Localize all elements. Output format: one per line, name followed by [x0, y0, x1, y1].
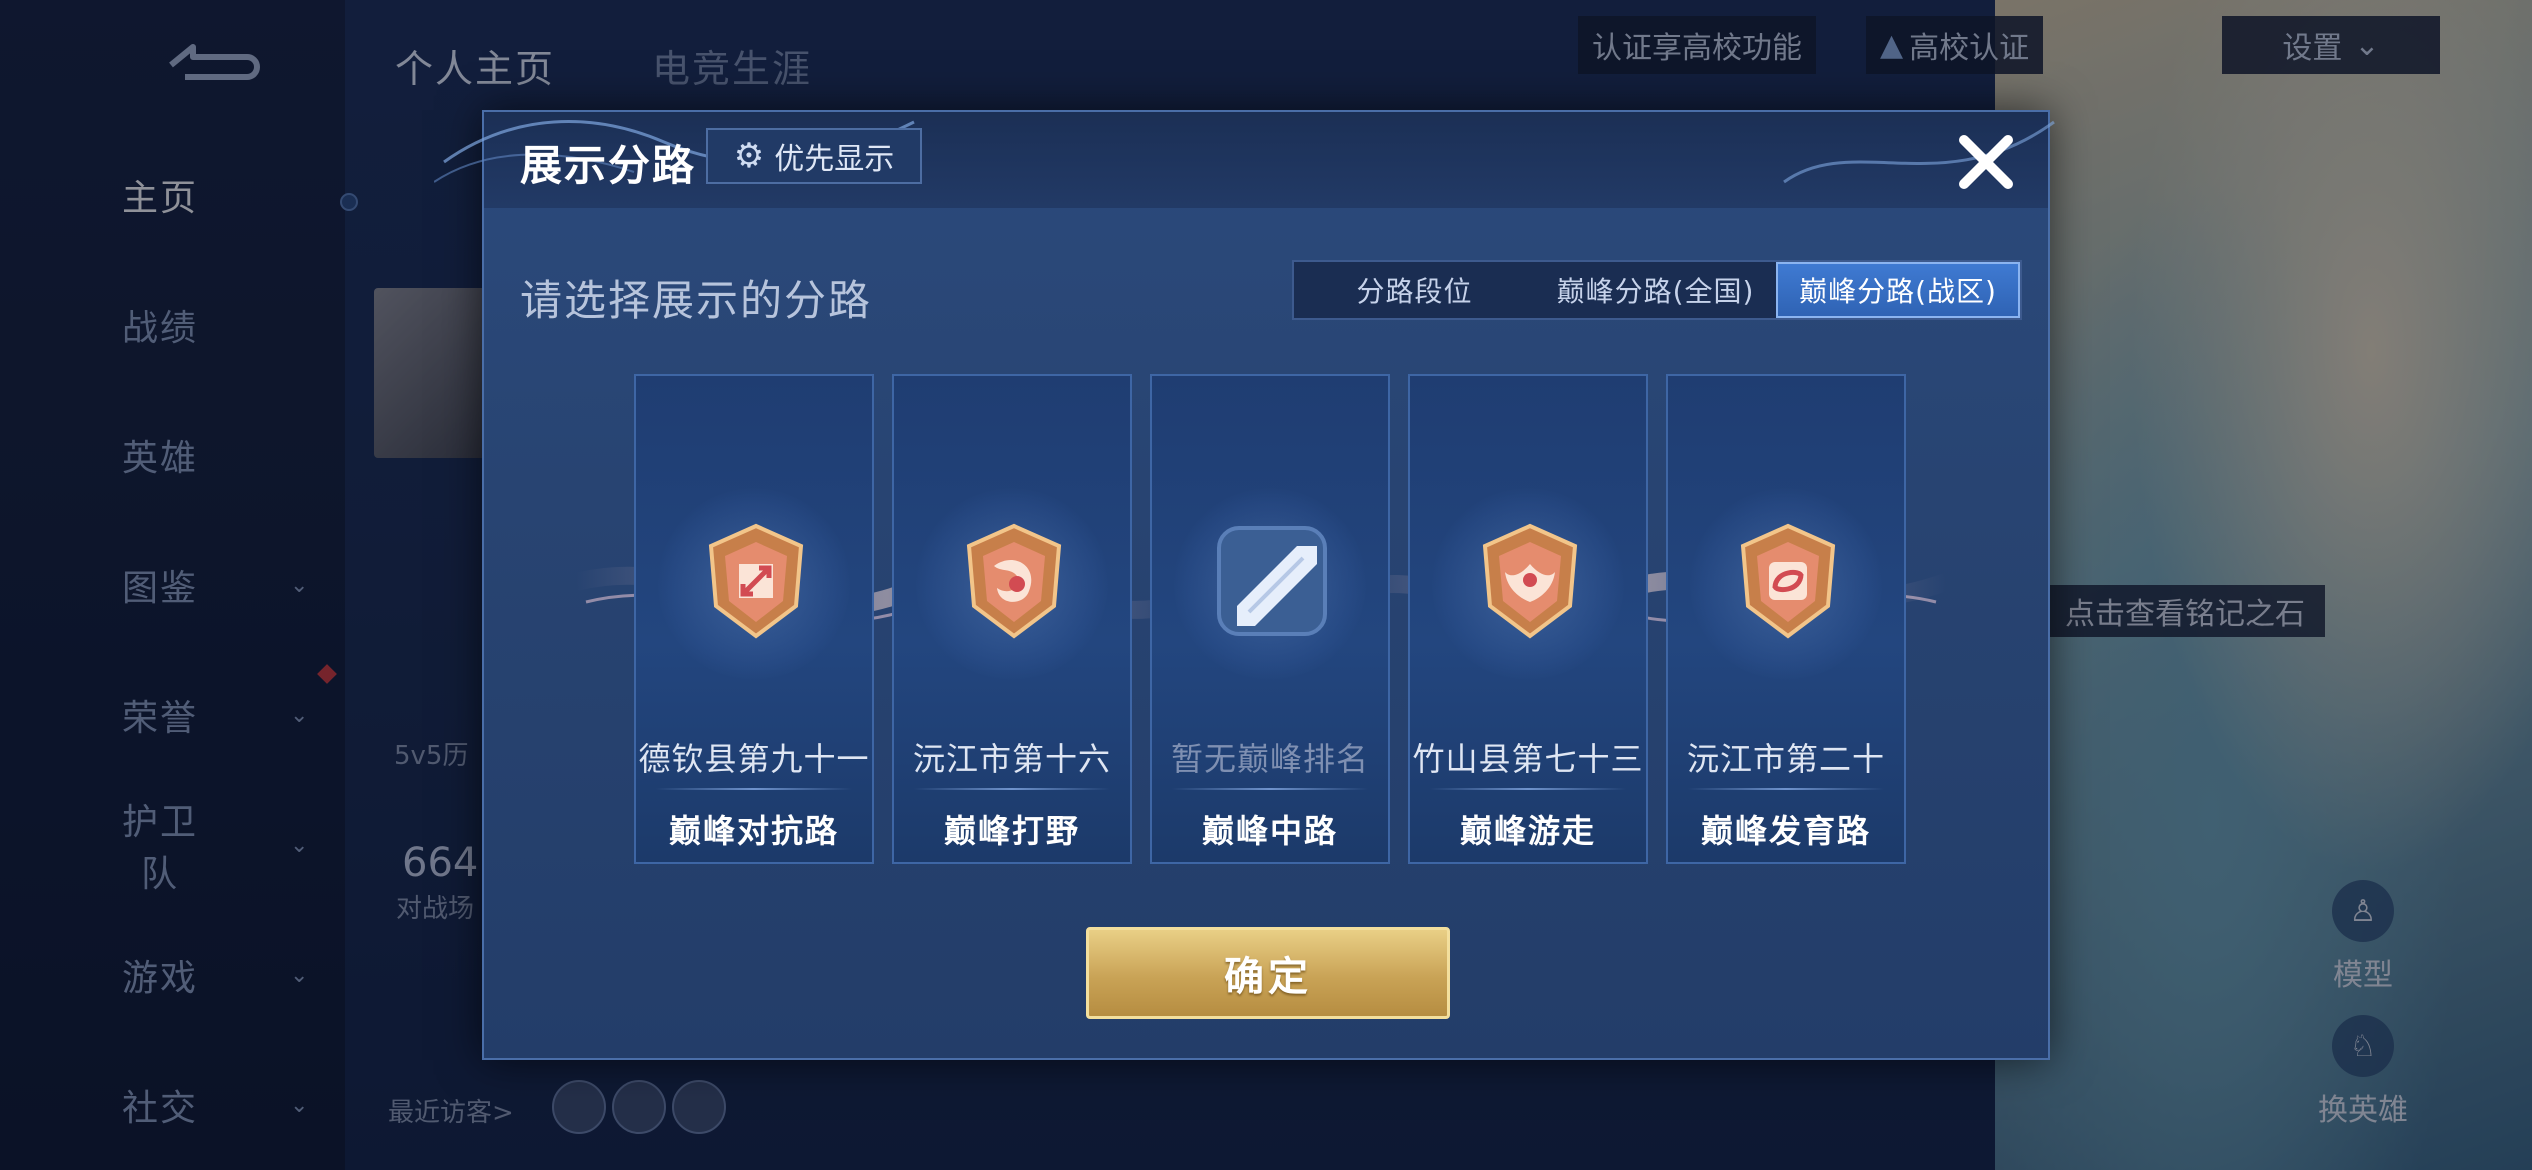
farm-lane-emblem-icon: [1740, 523, 1836, 639]
card-divider: [1688, 788, 1884, 790]
card-divider: [1430, 788, 1626, 790]
confirm-button[interactable]: 确定: [1086, 927, 1450, 1019]
gear-icon: ⚙: [733, 136, 765, 176]
lane-rank-text: 暂无巅峰排名: [1170, 740, 1369, 778]
priority-display-label: 优先显示: [774, 142, 895, 177]
lane-role-label: 巅峰游走: [1459, 812, 1596, 850]
close-icon: [1959, 135, 2013, 189]
dialog-title: 展示分路: [520, 141, 697, 190]
tab-peak-national[interactable]: 巅峰分路(全国): [1535, 262, 1776, 318]
ranking-scope-tabs: 分路段位 巅峰分路(全国) 巅峰分路(战区): [1292, 260, 2022, 320]
close-button[interactable]: [1946, 122, 2026, 202]
lane-rank-text: 沅江市第十六: [912, 740, 1111, 778]
lane-role-label: 巅峰打野: [943, 812, 1080, 850]
lane-role-label: 巅峰对抗路: [668, 812, 839, 850]
lane-rank-text: 德钦县第九十一: [638, 740, 870, 778]
lane-card-mid[interactable]: 暂无巅峰排名 巅峰中路: [1150, 374, 1390, 864]
tab-lane-tier[interactable]: 分路段位: [1294, 262, 1535, 318]
jungle-emblem-icon: [966, 523, 1062, 639]
dialog-subtitle: 请选择展示的分路: [520, 276, 873, 325]
lane-rank-text: 竹山县第七十三: [1412, 740, 1644, 778]
card-divider: [914, 788, 1110, 790]
lane-role-label: 巅峰中路: [1201, 812, 1338, 850]
lane-card-clash[interactable]: 德钦县第九十一 巅峰对抗路: [634, 374, 874, 864]
priority-display-button[interactable]: ⚙ 优先显示: [706, 128, 922, 184]
lane-card-list: 德钦县第九十一 巅峰对抗路 沅江市第十六 巅峰打野 暂无巅峰排名 巅峰中路 竹山…: [634, 374, 1914, 864]
tab-peak-region[interactable]: 巅峰分路(战区): [1776, 262, 2020, 318]
lane-card-roam[interactable]: 竹山县第七十三 巅峰游走: [1408, 374, 1648, 864]
clash-lane-emblem-icon: [708, 523, 804, 639]
show-lane-dialog: 展示分路 ⚙ 优先显示 请选择展示的分路 分路段位 巅峰分路(全国) 巅峰分路(…: [434, 110, 2055, 1060]
lane-rank-text: 沅江市第二十: [1686, 740, 1885, 778]
card-divider: [656, 788, 852, 790]
lane-card-jungle[interactable]: 沅江市第十六 巅峰打野: [892, 374, 1132, 864]
mid-lane-empty-icon: [1217, 526, 1327, 636]
lane-role-label: 巅峰发育路: [1700, 812, 1871, 850]
roam-emblem-icon: [1482, 523, 1578, 639]
lane-card-farm[interactable]: 沅江市第二十 巅峰发育路: [1666, 374, 1906, 864]
card-divider: [1172, 788, 1368, 790]
